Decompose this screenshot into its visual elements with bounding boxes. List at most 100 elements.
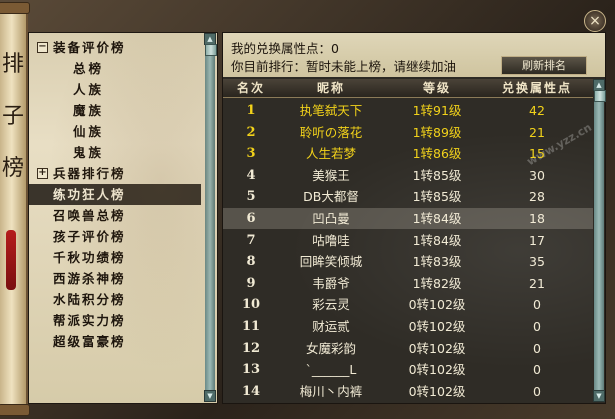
grade-cell: 1转85级	[412, 189, 462, 205]
nickname-cell: 执笔弑天下	[299, 103, 363, 118]
nickname-cell: 凹凸曼	[312, 211, 350, 226]
category-label: 召唤兽总榜	[53, 208, 126, 223]
nickname-cell: 女魔彩韵	[305, 340, 356, 356]
category-item[interactable]: 水陆积分榜	[29, 289, 201, 310]
grade-cell: 1转82级	[412, 275, 462, 291]
category-label: 鬼族	[73, 145, 105, 160]
header-grade: 等级	[422, 81, 451, 95]
category-item[interactable]: 人族	[29, 79, 201, 100]
table-row[interactable]: 4 美猴王 1转85级 30	[223, 165, 593, 186]
nickname-cell: 财运贰	[312, 319, 350, 334]
category-label: 千秋功绩榜	[53, 250, 126, 265]
points-cell: 42	[529, 103, 545, 118]
header-points: 兑换属性点	[501, 81, 572, 95]
category-label: 魔族	[73, 103, 105, 118]
points-cell: 0	[533, 297, 541, 313]
table-row[interactable]: 9 韦爵爷 1转82级 21	[223, 273, 593, 294]
category-label: 装备评价榜	[53, 40, 126, 55]
rank-cell: 6	[246, 211, 256, 226]
table-row[interactable]: 2 聆听の落花 1转89级 21	[223, 122, 593, 143]
grade-cell: 0转102级	[408, 340, 466, 356]
refresh-ranking-button[interactable]: 刷新排名	[501, 56, 587, 75]
scroll-glyph: 排	[2, 52, 25, 77]
red-tassel-decoration	[6, 230, 16, 290]
header-nickname: 昵称	[316, 81, 345, 95]
rank-cell: 14	[241, 383, 261, 399]
category-item[interactable]: 超级富豪榜	[29, 331, 201, 352]
scroll-down-icon[interactable]: ▼	[593, 390, 605, 402]
my-ranking-info: 我的兑换属性点：0 你目前排行：暂时未能上榜，请继续加油 刷新排名	[223, 33, 605, 77]
category-item[interactable]: 魔族	[29, 100, 201, 121]
points-cell: 0	[533, 362, 541, 378]
category-item[interactable]: + 兵器排行榜	[29, 163, 201, 184]
scroll-thumb[interactable]	[205, 44, 217, 56]
rank-cell: 13	[241, 362, 261, 378]
grade-cell: 0转102级	[408, 362, 466, 378]
my-points-text: 我的兑换属性点：0	[231, 41, 339, 56]
scroll-down-icon[interactable]: ▼	[204, 390, 216, 402]
points-cell: 21	[529, 124, 545, 140]
table-row[interactable]: 8 回眸笑倾城 1转83级 35	[223, 251, 593, 272]
rank-cell: 7	[246, 232, 256, 248]
points-cell: 0	[533, 383, 541, 399]
ranking-scrollbar[interactable]: ▲ ▼	[593, 79, 606, 402]
table-row[interactable]: 3 人生若梦 1转86级 15	[223, 143, 593, 164]
table-row[interactable]: 13 `______L 0转102级 0	[223, 359, 593, 380]
rank-cell: 8	[246, 254, 256, 270]
nickname-cell: 聆听の落花	[299, 124, 363, 140]
rank-cell: 1	[246, 103, 256, 118]
category-item[interactable]: 鬼族	[29, 142, 201, 163]
category-item[interactable]: 召唤兽总榜	[29, 205, 201, 226]
category-item[interactable]: 练功狂人榜	[29, 184, 201, 205]
category-label: 兵器排行榜	[53, 166, 126, 181]
nickname-cell: 回眸笑倾城	[299, 254, 363, 270]
header-rank: 名次	[236, 81, 265, 95]
category-label: 练功狂人榜	[53, 187, 126, 202]
category-item[interactable]: 总榜	[29, 58, 201, 79]
table-header: 名次 昵称 等级 兑换属性点	[223, 79, 593, 98]
nickname-cell: 美猴王	[312, 167, 350, 183]
my-rank-text: 你目前排行：暂时未能上榜，请继续加油	[231, 59, 457, 74]
nickname-cell: `______L	[305, 362, 357, 378]
category-label: 超级富豪榜	[53, 334, 126, 349]
grade-cell: 1转86级	[412, 146, 462, 162]
category-panel: − 装备评价榜 总榜 人族 魔族 仙族 鬼族 + 兵器排行榜 练功狂人榜 召唤兽总榜 孩子评价榜 千秋功…	[28, 32, 218, 404]
table-row[interactable]: 14 梅川丶内裤 0转102级 0	[223, 381, 593, 402]
category-item[interactable]: − 装备评价榜	[29, 37, 201, 58]
table-row[interactable]: 1 执笔弑天下 1转91级 42	[223, 100, 593, 121]
category-scrollbar[interactable]: ▲ ▼	[204, 33, 217, 402]
category-item[interactable]: 孩子评价榜	[29, 226, 201, 247]
points-cell: 17	[529, 232, 545, 248]
nickname-cell: 韦爵爷	[312, 275, 350, 291]
table-row[interactable]: 5 DB大都督 1转85级 28	[223, 186, 593, 207]
category-item[interactable]: 千秋功绩榜	[29, 247, 201, 268]
grade-cell: 1转85级	[412, 167, 462, 183]
table-row[interactable]: 7 咕噜哇 1转84级 17	[223, 230, 593, 251]
grade-cell: 1转83级	[412, 254, 462, 270]
rank-cell: 5	[246, 189, 256, 205]
points-cell: 15	[529, 146, 545, 162]
category-label: 仙族	[73, 124, 105, 139]
category-label: 帮派实力榜	[53, 313, 126, 328]
nickname-cell: 彩云灵	[312, 297, 350, 313]
category-item[interactable]: 西游杀神榜	[29, 268, 201, 289]
table-row[interactable]: 6 凹凸曼 1转84级 18	[223, 208, 593, 229]
category-label: 人族	[73, 82, 105, 97]
rank-cell: 9	[246, 275, 256, 291]
close-button[interactable]: ×	[584, 10, 606, 32]
grade-cell: 0转102级	[408, 297, 466, 313]
rank-cell: 12	[241, 340, 261, 356]
points-cell: 21	[529, 275, 545, 291]
category-label: 西游杀神榜	[53, 271, 126, 286]
table-row[interactable]: 12 女魔彩韵 0转102级 0	[223, 338, 593, 359]
table-row[interactable]: 10 彩云灵 0转102级 0	[223, 294, 593, 315]
scroll-thumb[interactable]	[594, 90, 606, 102]
points-cell: 28	[529, 189, 545, 205]
category-item[interactable]: 仙族	[29, 121, 201, 142]
category-item[interactable]: 帮派实力榜	[29, 310, 201, 331]
collapse-icon[interactable]: −	[37, 42, 48, 53]
expand-icon[interactable]: +	[37, 168, 48, 179]
ranking-table: www.yzz.cn 1 执笔弑天下 1转91级 42 2 聆听の落花 1转89级 21 3 人生…	[223, 98, 594, 403]
points-cell: 18	[529, 211, 545, 226]
table-row[interactable]: 11 财运贰 0转102级 0	[223, 316, 593, 337]
